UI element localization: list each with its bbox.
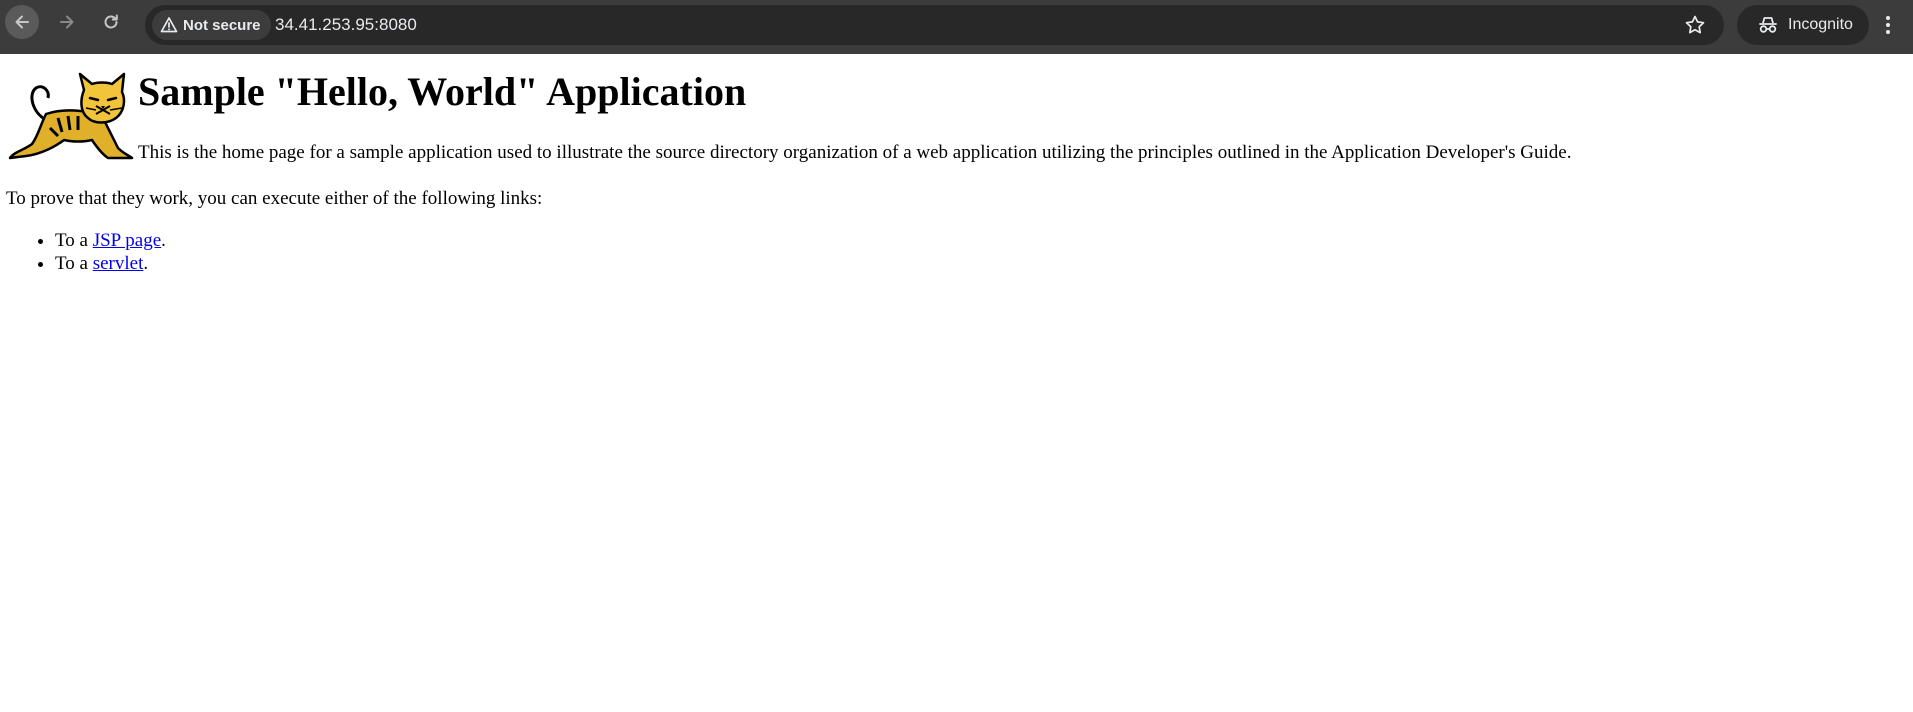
security-label: Not secure — [183, 16, 261, 34]
kebab-menu-icon — [1886, 16, 1890, 34]
link-suffix: . — [161, 230, 166, 251]
arrow-left-icon — [15, 15, 29, 29]
instructions-paragraph: To prove that they work, you can execute… — [6, 188, 543, 209]
incognito-icon — [1759, 17, 1777, 33]
browser-toolbar: Not secure 34.41.253.95:8080 Incognito — [0, 0, 1913, 54]
page-title: Sample "Hello, World" Application — [138, 69, 747, 114]
warning-triangle-icon — [160, 17, 178, 33]
links-list: To a JSP page. To a servlet. — [6, 229, 166, 275]
reload-icon — [104, 14, 118, 29]
servlet-link[interactable]: servlet — [93, 253, 144, 274]
intro-paragraph: This is the home page for a sample appli… — [138, 142, 1572, 163]
link-prefix: To a — [55, 230, 93, 251]
link-suffix: . — [143, 253, 149, 274]
page-content: Sample "Hello, World" Application This i… — [0, 54, 1913, 712]
incognito-profile-button[interactable]: Incognito — [1737, 5, 1869, 45]
link-prefix: To a — [55, 253, 93, 274]
jsp-page-link[interactable]: JSP page — [93, 230, 161, 251]
arrow-right-icon — [60, 15, 74, 29]
url-text[interactable]: 34.41.253.95:8080 — [275, 5, 417, 45]
list-item: To a JSP page. — [55, 229, 166, 252]
forward-button[interactable] — [50, 5, 84, 39]
back-button[interactable] — [5, 5, 39, 39]
star-icon[interactable] — [1684, 14, 1706, 36]
security-indicator[interactable]: Not secure — [152, 10, 271, 40]
incognito-label: Incognito — [1788, 16, 1853, 33]
reload-button[interactable] — [94, 5, 128, 39]
browser-menu-button[interactable] — [1876, 9, 1900, 41]
list-item: To a servlet. — [55, 252, 166, 275]
address-bar[interactable]: Not secure 34.41.253.95:8080 — [145, 5, 1724, 45]
tomcat-logo — [8, 72, 134, 160]
